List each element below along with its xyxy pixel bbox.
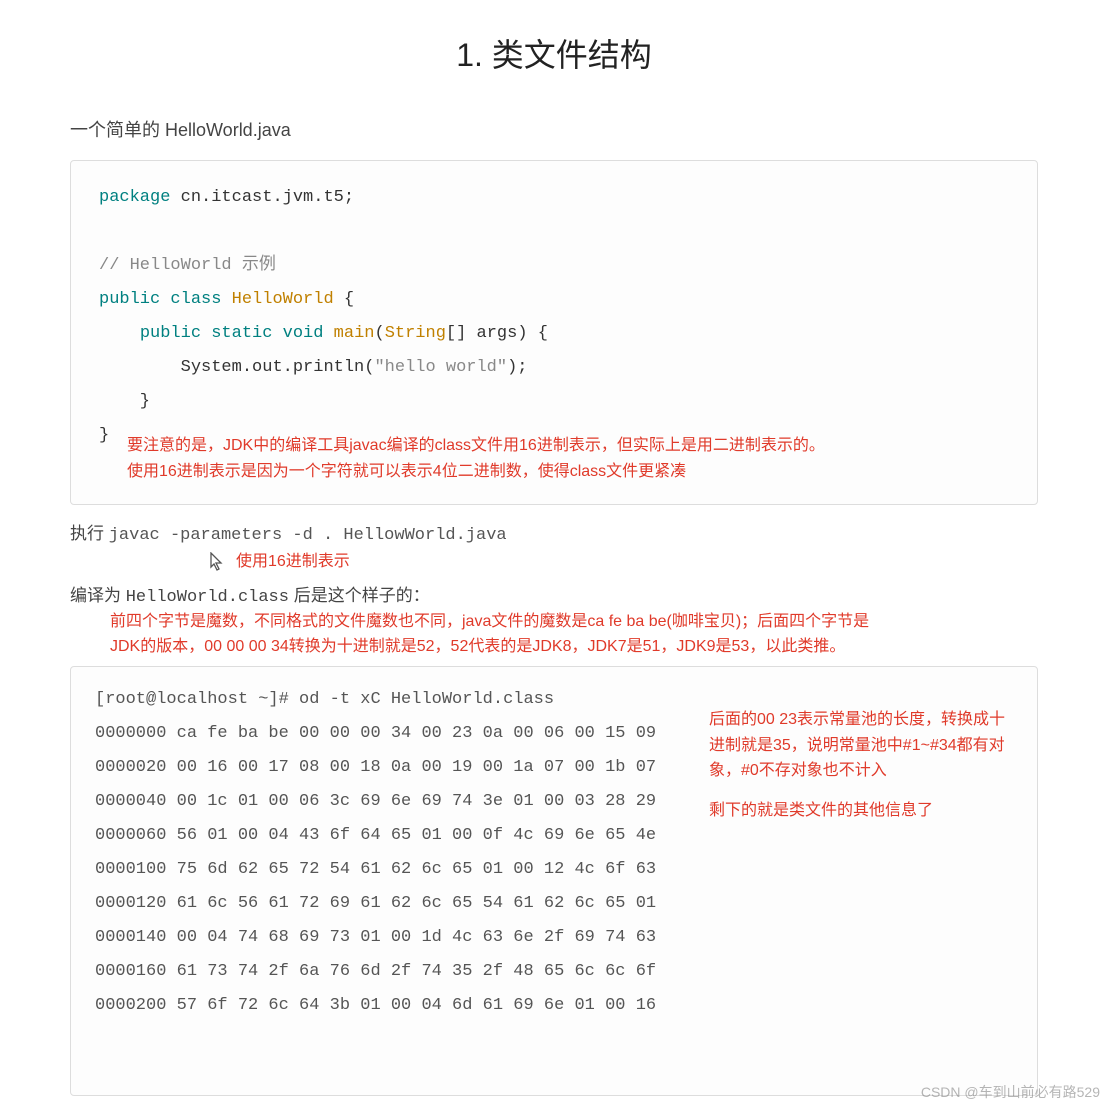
kw-package: package <box>99 188 170 207</box>
kw-public: public <box>99 290 160 309</box>
cursor-icon <box>210 552 224 572</box>
method-name: main <box>334 324 375 343</box>
type-name: String <box>385 324 446 343</box>
hex-dump-block: [root@localhost ~]# od -t xC HelloWorld.… <box>70 666 1038 1096</box>
cmd-text: javac -parameters -d . HellowWorld.java <box>109 526 507 545</box>
code-text: ( <box>374 324 384 343</box>
kw-void: void <box>283 324 324 343</box>
hex-row: 0000160 61 73 74 2f 6a 76 6d 2f 74 35 2f… <box>95 962 656 981</box>
cmd-prefix: 执行 <box>70 524 109 543</box>
code-comment: // HelloWorld 示例 <box>99 256 276 275</box>
code-text: ); <box>507 358 527 377</box>
magic-note-line-2: JDK的版本，00 00 00 34转换为十进制就是52，52代表的是JDK8，… <box>110 634 998 660</box>
code-text: System.out.println( <box>181 358 375 377</box>
hex-row: 0000140 00 04 74 68 69 73 01 00 1d 4c 63… <box>95 928 656 947</box>
compile-result-line: 编译为 HelloWorld.class 后是这个样子的： <box>70 581 1038 607</box>
magic-note-line-1: 前四个字节是魔数，不同格式的文件魔数也不同，java文件的魔数是ca fe ba… <box>110 609 998 635</box>
side-note-a: 后面的00 23表示常量池的长度，转换成十进制就是35，说明常量池中#1~#34… <box>709 707 1019 784</box>
page-title: 1. 类文件结构 <box>70 30 1038 76</box>
document-page: 1. 类文件结构 一个简单的 HelloWorld.java package c… <box>0 0 1108 1106</box>
compiled-filename: HelloWorld.class <box>126 588 289 607</box>
intro-text: 一个简单的 HelloWorld.java <box>70 116 1038 142</box>
hex-row: 0000060 56 01 00 04 43 6f 64 65 01 00 0f… <box>95 826 656 845</box>
compile-prefix: 编译为 <box>70 586 126 605</box>
side-note-b: 剩下的就是类文件的其他信息了 <box>709 798 1019 824</box>
hex-row: 0000100 75 6d 62 65 72 54 61 62 6c 65 01… <box>95 860 656 879</box>
string-literal: "hello world" <box>374 358 507 377</box>
hex-row: 0000200 57 6f 72 6c 64 3b 01 00 04 6d 61… <box>95 996 656 1015</box>
code-text: } <box>99 392 150 411</box>
code-text: } <box>99 426 109 445</box>
hex-row: 0000020 00 16 00 17 08 00 18 0a 00 19 00… <box>95 758 656 777</box>
javac-command-line: 执行 javac -parameters -d . HellowWorld.ja… <box>70 519 1038 545</box>
hex-row: 0000120 61 6c 56 61 72 69 61 62 6c 65 54… <box>95 894 656 913</box>
code-text: [] args) { <box>446 324 548 343</box>
source-code-block: package cn.itcast.jvm.t5; // HelloWorld … <box>70 160 1038 505</box>
constant-pool-note: 后面的00 23表示常量池的长度，转换成十进制就是35，说明常量池中#1~#34… <box>709 707 1019 823</box>
compile-suffix: 后是这个样子的： <box>289 586 430 605</box>
annotation-line-2: 使用16进制表示是因为一个字符就可以表示4位二进制数，使得class文件更紧凑 <box>127 459 1009 485</box>
magic-number-note: 前四个字节是魔数，不同格式的文件魔数也不同，java文件的魔数是ca fe ba… <box>110 609 998 660</box>
kw-class: class <box>170 290 221 309</box>
code-text: { <box>334 290 354 309</box>
od-command: [root@localhost ~]# od -t xC HelloWorld.… <box>95 690 554 709</box>
kw-public: public <box>140 324 201 343</box>
kw-static: static <box>211 324 272 343</box>
hex-usage-label: 使用16进制表示 <box>236 549 350 575</box>
code-text: cn.itcast.jvm.t5; <box>170 188 354 207</box>
hex-row: 0000040 00 1c 01 00 06 3c 69 6e 69 74 3e… <box>95 792 656 811</box>
cursor-annotation-row: 使用16进制表示 <box>210 549 1038 575</box>
annotation-line-1: 要注意的是，JDK中的编译工具javac编译的class文件用16进制表示，但实… <box>127 433 1009 459</box>
class-name: HelloWorld <box>232 290 334 309</box>
hex-row: 0000000 ca fe ba be 00 00 00 34 00 23 0a… <box>95 724 656 743</box>
watermark: CSDN @车到山前必有路529 <box>921 1082 1100 1102</box>
annotation-hex-note: 要注意的是，JDK中的编译工具javac编译的class文件用16进制表示，但实… <box>127 433 1009 484</box>
